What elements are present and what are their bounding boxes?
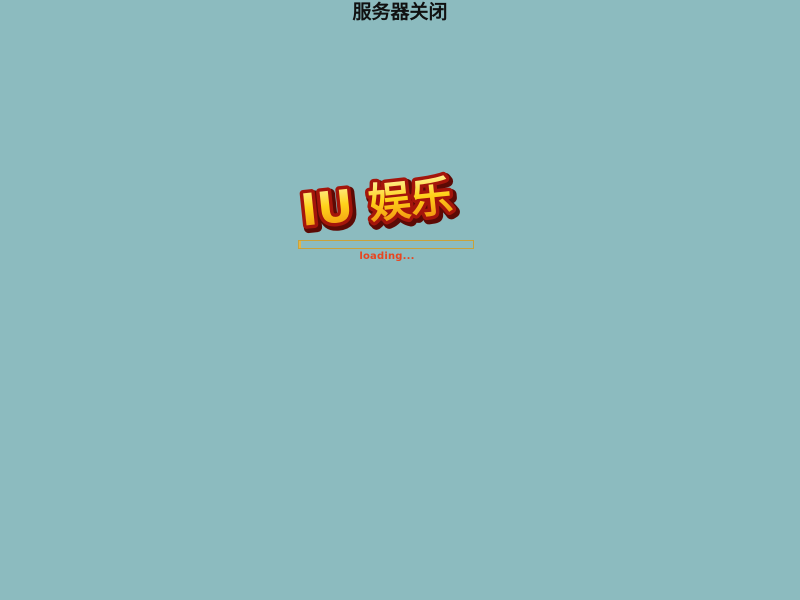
logo-latin-text: IU — [298, 181, 355, 234]
iu-entertainment-logo: IU 娱乐 IU 娱乐 IU 娱乐 — [292, 160, 478, 234]
server-status-title: 服务器关闭 — [352, 1, 448, 23]
loading-progress-bar — [298, 240, 474, 249]
loading-progress-fill — [299, 241, 301, 248]
loading-label: loading... — [359, 251, 415, 262]
logo-cjk-text: 娱乐 — [366, 171, 455, 229]
